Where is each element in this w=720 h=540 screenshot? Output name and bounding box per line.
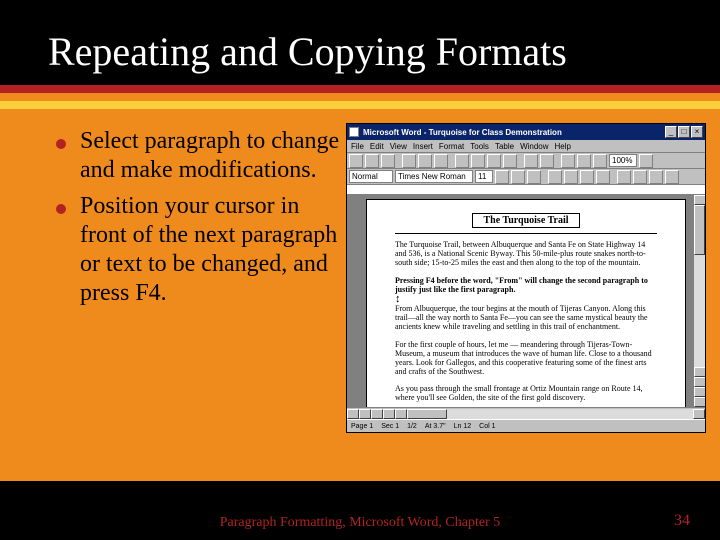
align-left-icon[interactable] xyxy=(548,170,562,184)
view-normal-icon[interactable] xyxy=(347,409,359,419)
scroll-thumb[interactable] xyxy=(694,205,705,255)
view-print-icon[interactable] xyxy=(371,409,383,419)
window-title: Microsoft Word - Turquoise for Class Dem… xyxy=(361,128,663,137)
align-center-icon[interactable] xyxy=(564,170,578,184)
drawing-icon[interactable] xyxy=(593,154,607,168)
underline-icon[interactable] xyxy=(527,170,541,184)
standard-toolbar: 100% xyxy=(347,153,705,169)
bold-icon[interactable] xyxy=(495,170,509,184)
scroll-thumb[interactable] xyxy=(407,409,447,419)
slide-title: Repeating and Copying Formats xyxy=(48,28,672,75)
print-icon[interactable] xyxy=(402,154,416,168)
status-sec: Sec 1 xyxy=(381,423,399,430)
close-button[interactable]: × xyxy=(691,126,703,138)
bullet-text: Select paragraph to change and make modi… xyxy=(80,127,342,186)
undo-icon[interactable] xyxy=(524,154,538,168)
minimize-button[interactable]: _ xyxy=(665,126,677,138)
menu-help[interactable]: Help xyxy=(555,142,571,151)
bullet-text: Position your cursor in front of the nex… xyxy=(80,192,342,309)
maximize-button[interactable]: □ xyxy=(678,126,690,138)
prev-page-icon[interactable] xyxy=(694,377,705,387)
slide-body: Select paragraph to change and make modi… xyxy=(0,109,720,481)
footer-text: Paragraph Formatting, Microsoft Word, Ch… xyxy=(220,515,501,530)
decorative-stripes xyxy=(0,85,720,109)
status-pages: 1/2 xyxy=(407,423,417,430)
footer: Paragraph Formatting, Microsoft Word, Ch… xyxy=(0,515,720,530)
italic-icon[interactable] xyxy=(511,170,525,184)
page-number: 34 xyxy=(674,512,690,530)
new-icon[interactable] xyxy=(349,154,363,168)
view-web-icon[interactable] xyxy=(359,409,371,419)
view-outline-icon[interactable] xyxy=(383,409,395,419)
status-col: Col 1 xyxy=(479,423,495,430)
scroll-down-icon[interactable] xyxy=(694,367,705,377)
menubar: File Edit View Insert Format Tools Table… xyxy=(347,140,705,153)
page[interactable]: The Turquoise Trail The Turquoise Trail,… xyxy=(366,199,686,407)
word-window: Microsoft Word - Turquoise for Class Dem… xyxy=(346,123,706,433)
preview-icon[interactable] xyxy=(418,154,432,168)
cut-icon[interactable] xyxy=(455,154,469,168)
bullet-icon xyxy=(56,139,66,149)
copy-icon[interactable] xyxy=(471,154,485,168)
browse-object-icon[interactable] xyxy=(694,387,705,397)
screenshot-area: Microsoft Word - Turquoise for Class Dem… xyxy=(346,123,720,481)
columns-icon[interactable] xyxy=(577,154,591,168)
title-area: Repeating and Copying Formats xyxy=(0,0,720,85)
zoom-field[interactable]: 100% xyxy=(609,154,637,167)
doc-paragraph-bold: Pressing F4 before the word, "From" will… xyxy=(395,276,657,294)
font-select[interactable]: Times New Roman xyxy=(395,170,473,183)
doc-paragraph: As you pass through the small frontage a… xyxy=(395,384,657,402)
ruler[interactable] xyxy=(347,185,705,195)
scroll-left-icon[interactable] xyxy=(395,409,407,419)
menu-table[interactable]: Table xyxy=(495,142,514,151)
document-area[interactable]: The Turquoise Trail The Turquoise Trail,… xyxy=(347,195,705,407)
menu-format[interactable]: Format xyxy=(439,142,464,151)
status-page: Page 1 xyxy=(351,423,373,430)
bullet-list: Select paragraph to change and make modi… xyxy=(0,123,346,481)
spell-icon[interactable] xyxy=(434,154,448,168)
horizontal-rule xyxy=(395,233,657,234)
status-bar: Page 1 Sec 1 1/2 At 3.7" Ln 12 Col 1 xyxy=(347,419,705,432)
next-page-icon[interactable] xyxy=(694,397,705,407)
help-icon[interactable] xyxy=(639,154,653,168)
vertical-scrollbar[interactable] xyxy=(693,195,705,407)
titlebar[interactable]: Microsoft Word - Turquoise for Class Dem… xyxy=(347,124,705,140)
menu-edit[interactable]: Edit xyxy=(370,142,384,151)
word-app-icon xyxy=(349,127,359,137)
justify-icon[interactable] xyxy=(596,170,610,184)
status-at: At 3.7" xyxy=(425,423,446,430)
doc-paragraph: From Albuquerque, the tour begins at the… xyxy=(395,304,657,332)
status-line: Ln 12 xyxy=(454,423,472,430)
save-icon[interactable] xyxy=(381,154,395,168)
menu-window[interactable]: Window xyxy=(520,142,548,151)
text-cursor-icon: ↕ xyxy=(395,296,657,302)
bullet-icon xyxy=(56,204,66,214)
doc-paragraph: For the first couple of hours, let me — … xyxy=(395,340,657,377)
table-icon[interactable] xyxy=(561,154,575,168)
style-select[interactable]: Normal xyxy=(349,170,393,183)
align-right-icon[interactable] xyxy=(580,170,594,184)
formatting-toolbar: Normal Times New Roman 11 xyxy=(347,169,705,185)
list-item: Position your cursor in front of the nex… xyxy=(56,192,342,309)
scroll-right-icon[interactable] xyxy=(693,409,705,419)
paste-icon[interactable] xyxy=(487,154,501,168)
doc-heading: The Turquoise Trail xyxy=(472,213,579,228)
horizontal-scrollbar[interactable] xyxy=(347,407,705,419)
list-item: Select paragraph to change and make modi… xyxy=(56,127,342,186)
scroll-up-icon[interactable] xyxy=(694,195,705,205)
open-icon[interactable] xyxy=(365,154,379,168)
menu-view[interactable]: View xyxy=(390,142,407,151)
menu-insert[interactable]: Insert xyxy=(413,142,433,151)
menu-file[interactable]: File xyxy=(351,142,364,151)
doc-paragraph: The Turquoise Trail, between Albuquerque… xyxy=(395,240,657,268)
size-select[interactable]: 11 xyxy=(475,170,493,183)
outdent-icon[interactable] xyxy=(649,170,663,184)
format-painter-icon[interactable] xyxy=(503,154,517,168)
menu-tools[interactable]: Tools xyxy=(470,142,489,151)
numbering-icon[interactable] xyxy=(617,170,631,184)
slide: Repeating and Copying Formats Select par… xyxy=(0,0,720,540)
indent-icon[interactable] xyxy=(665,170,679,184)
redo-icon[interactable] xyxy=(540,154,554,168)
bullets-icon[interactable] xyxy=(633,170,647,184)
